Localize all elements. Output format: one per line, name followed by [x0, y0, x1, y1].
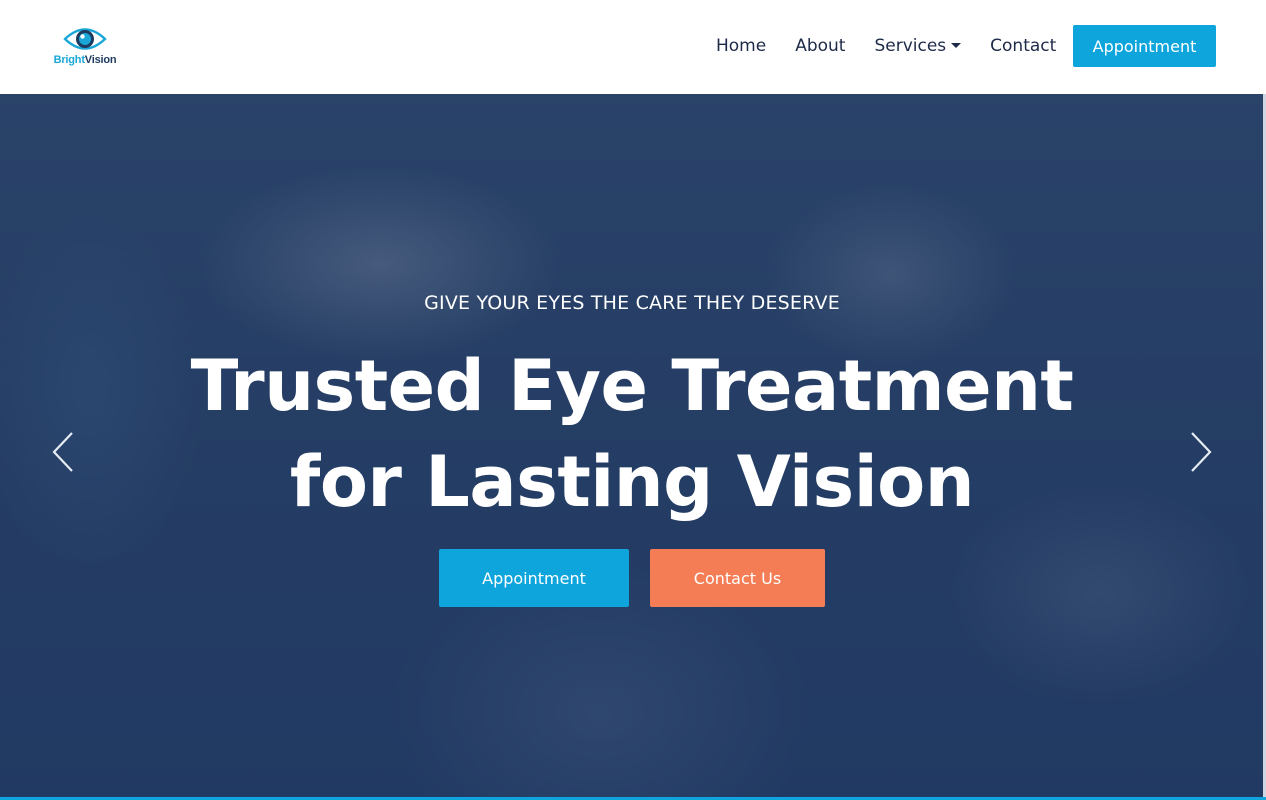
hero-carousel: GIVE YOUR EYES THE CARE THEY DESERVE Tru… — [0, 94, 1266, 800]
hero-content: GIVE YOUR EYES THE CARE THEY DESERVE Tru… — [0, 94, 1266, 800]
chevron-right-icon — [1191, 432, 1212, 472]
main-nav: Home About Services Contact — [716, 30, 1085, 62]
brand-name-vision: Vision — [84, 54, 117, 66]
carousel-prev-button[interactable] — [48, 430, 78, 474]
hero-title: Trusted Eye Treatment for Lasting Vision — [0, 338, 1264, 530]
eye-icon — [63, 28, 107, 50]
header-appointment-button[interactable]: Appointment — [1073, 25, 1216, 67]
brand-name: BrightVision — [54, 54, 117, 66]
nav-item-about-label: About — [795, 36, 846, 56]
brand-logo[interactable]: BrightVision — [50, 24, 120, 70]
nav-item-about[interactable]: About — [795, 36, 845, 56]
brand-name-bright: Bright — [53, 54, 85, 66]
carousel-next-button[interactable] — [1186, 430, 1216, 474]
hero-title-line2: for Lasting Vision — [289, 441, 975, 523]
hero-appointment-button[interactable]: Appointment — [439, 549, 629, 607]
hero-tagline: GIVE YOUR EYES THE CARE THEY DESERVE — [424, 292, 840, 314]
nav-item-contact-label: Contact — [990, 36, 1057, 56]
site-header: BrightVision Home About Services Contact… — [0, 0, 1266, 94]
hero-contact-button[interactable]: Contact Us — [650, 549, 825, 607]
caret-down-icon — [951, 42, 962, 48]
nav-item-contact[interactable]: Contact — [990, 36, 1056, 56]
nav-item-services-label: Services — [874, 36, 947, 56]
nav-item-home-label: Home — [716, 36, 767, 56]
chevron-left-icon — [52, 432, 73, 472]
hero-title-line1: Trusted Eye Treatment — [190, 345, 1074, 427]
nav-item-home[interactable]: Home — [716, 36, 766, 56]
nav-item-services[interactable]: Services — [874, 36, 962, 56]
